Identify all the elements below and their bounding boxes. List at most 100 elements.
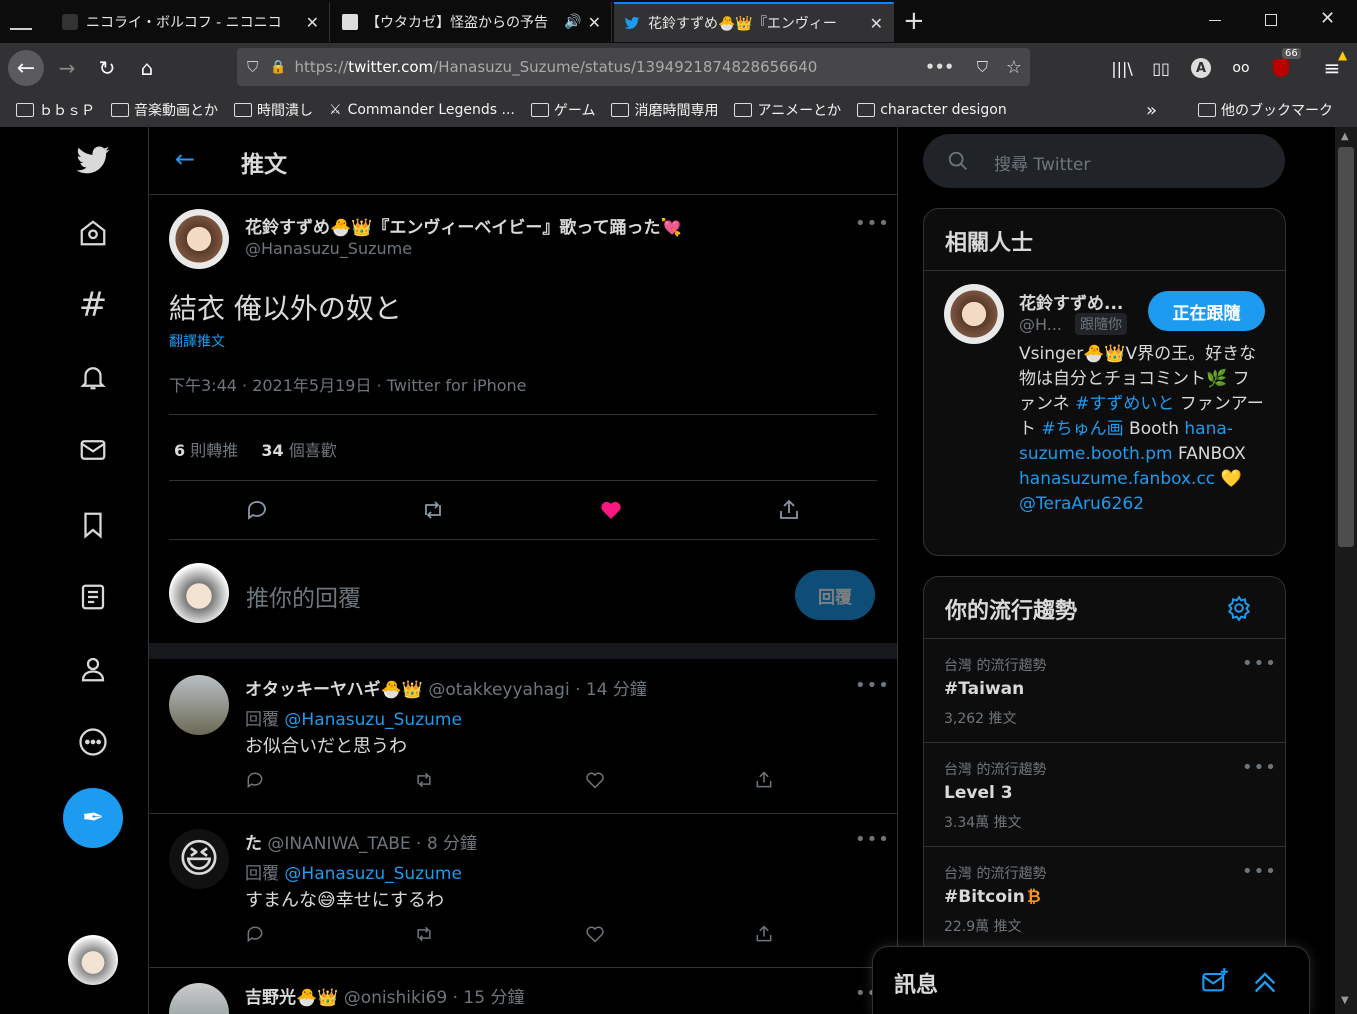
home-button[interactable]: ⌂ xyxy=(131,52,163,84)
close-window-button[interactable]: ✕ xyxy=(1320,8,1335,29)
scroll-thumb[interactable] xyxy=(1338,147,1354,547)
reply-button[interactable]: 回覆 xyxy=(795,570,875,620)
reply-tweet[interactable]: 吉野光🐣👑 @onishiki69 · 15 分鐘 ••• xyxy=(149,967,897,1014)
bookmark-folder[interactable]: 時間潰し xyxy=(234,100,313,120)
lists-icon[interactable] xyxy=(63,567,123,627)
shield-icon[interactable]: ⛉ xyxy=(247,58,258,76)
retweet-icon[interactable] xyxy=(414,770,434,790)
lock-icon[interactable]: 🔒 xyxy=(270,60,286,75)
replier-avatar[interactable] xyxy=(169,983,229,1014)
messages-mail-icon[interactable] xyxy=(63,420,123,480)
pocket-icon[interactable]: ⛉ xyxy=(977,58,988,76)
reply-input[interactable]: 推你的回覆 xyxy=(246,579,776,613)
related-handle[interactable]: @H... xyxy=(1019,315,1062,334)
likes-count[interactable]: 34 xyxy=(261,441,283,460)
bio-link[interactable]: hanasuzume.fanbox.cc xyxy=(1019,469,1215,489)
minimize-button[interactable] xyxy=(1209,20,1221,21)
explore-hashtag-icon[interactable]: # xyxy=(63,275,123,335)
more-options-icon[interactable]: ••• xyxy=(855,829,890,850)
compose-tweet-button[interactable]: ✒ xyxy=(63,788,123,848)
more-options-icon[interactable]: ••• xyxy=(855,213,890,234)
messages-drawer[interactable]: 訊息 xyxy=(872,946,1310,1014)
tab-niconico[interactable]: ニコライ・ボルコフ - ニコニコ ✕ xyxy=(52,2,330,42)
bookmark-star-icon[interactable]: ☆ xyxy=(1006,57,1022,78)
reload-button[interactable]: ↻ xyxy=(91,52,123,84)
tweet-timestamp[interactable]: 下午3:44 · 2021年5月19日 · Twitter for iPhone xyxy=(169,372,527,396)
bookmarks-overflow-icon[interactable]: » xyxy=(1146,100,1157,121)
bookmark-folder[interactable]: 音楽動画とか xyxy=(111,100,218,120)
bookmark-folder[interactable]: 消磨時間専用 xyxy=(611,100,718,120)
share-icon[interactable] xyxy=(754,924,774,944)
scroll-down-arrow-icon[interactable]: ▼ xyxy=(1341,995,1349,1006)
home-icon[interactable] xyxy=(63,203,123,263)
settings-gear-icon[interactable] xyxy=(1226,595,1252,621)
related-avatar[interactable] xyxy=(944,284,1004,344)
reply-tweet[interactable]: 😆 た @INANIWA_TABE · 8 分鐘 ••• 回覆 @Hanasuz… xyxy=(149,813,897,967)
bookmarks-icon[interactable] xyxy=(63,495,123,555)
reply-icon[interactable] xyxy=(245,924,265,944)
like-heart-icon[interactable] xyxy=(585,770,605,790)
other-bookmarks[interactable]: 他のブックマーク xyxy=(1198,100,1333,120)
retweets-count[interactable]: 6 xyxy=(174,441,185,460)
reader-icon[interactable]: oo xyxy=(1225,52,1257,84)
speaker-icon[interactable]: 🔊 xyxy=(564,14,581,30)
new-message-icon[interactable] xyxy=(1201,967,1229,995)
more-options-icon[interactable]: ••• xyxy=(1242,757,1277,778)
replier-name[interactable]: 吉野光🐣👑 xyxy=(245,988,338,1008)
search-box[interactable]: 搜尋 Twitter xyxy=(923,134,1285,188)
close-tab-icon[interactable]: ✕ xyxy=(306,13,319,32)
replier-meta[interactable]: @otakkeyyahagi · 14 分鐘 xyxy=(428,680,647,700)
tab-twitter[interactable]: 花鈴すずめ🐣👑『エンヴィー ✕ xyxy=(614,2,894,42)
retweet-icon[interactable] xyxy=(421,498,445,522)
new-tab-button[interactable]: + xyxy=(903,6,925,36)
more-icon[interactable] xyxy=(63,712,123,772)
account-avatar[interactable] xyxy=(68,935,118,985)
bio-hashtag[interactable]: #ちゅん画 xyxy=(1041,419,1123,439)
maximize-button[interactable] xyxy=(1265,14,1277,26)
replying-to-handle[interactable]: @Hanasuzu_Suzume xyxy=(284,710,462,730)
sidebar-icon[interactable]: ▯▯ xyxy=(1145,52,1177,84)
more-options-icon[interactable]: ••• xyxy=(855,675,890,696)
retweet-icon[interactable] xyxy=(414,924,434,944)
following-button[interactable]: 正在跟隨 xyxy=(1148,291,1265,331)
back-button[interactable]: ← xyxy=(8,50,44,86)
twitter-logo-icon[interactable] xyxy=(63,130,123,190)
author-avatar[interactable] xyxy=(169,209,229,269)
replier-avatar[interactable]: 😆 xyxy=(169,829,229,889)
like-heart-icon[interactable] xyxy=(599,498,623,522)
like-heart-icon[interactable] xyxy=(585,924,605,944)
author-handle[interactable]: @Hanasuzu_Suzume xyxy=(245,239,412,258)
reply-icon[interactable] xyxy=(245,770,265,790)
bookmark-folder[interactable]: ゲーム xyxy=(530,100,595,120)
bio-hashtag[interactable]: #すずめいと xyxy=(1075,394,1174,414)
replier-meta[interactable]: @onishiki69 · 15 分鐘 xyxy=(344,988,525,1008)
replier-avatar[interactable] xyxy=(169,675,229,735)
more-options-icon[interactable]: ••• xyxy=(1242,861,1277,882)
bookmark-folder[interactable]: ｂｂｓＰ xyxy=(16,100,95,120)
forward-button[interactable]: → xyxy=(51,52,83,84)
library-icon[interactable]: |||\ xyxy=(1106,52,1138,84)
reply-tweet[interactable]: オタッキーヤハギ🐣👑 @otakkeyyahagi · 14 分鐘 ••• 回覆… xyxy=(149,659,897,813)
replier-name[interactable]: た xyxy=(245,834,262,854)
profile-icon[interactable] xyxy=(63,639,123,699)
page-scrollbar[interactable]: ▲ ▼ xyxy=(1335,127,1357,1014)
tab-utakaze[interactable]: 【ウタカゼ】怪盗からの予告 🔊 ✕ xyxy=(332,2,612,42)
chevron-up-icon[interactable] xyxy=(1251,967,1279,995)
account-icon[interactable]: A xyxy=(1185,52,1217,84)
trend-item[interactable]: 台灣 的流行趨勢 ••• #Taiwan 3,262 推文 xyxy=(924,638,1285,742)
share-icon[interactable] xyxy=(777,498,801,522)
back-arrow-icon[interactable]: ← xyxy=(175,145,195,173)
replying-to-handle[interactable]: @Hanasuzu_Suzume xyxy=(284,864,462,884)
url-bar[interactable]: ⛉ 🔒 https://twitter.com/Hanasuzu_Suzume/… xyxy=(237,48,1030,86)
bio-mention[interactable]: @TeraAru6262 xyxy=(1019,494,1144,514)
replier-name[interactable]: オタッキーヤハギ🐣👑 xyxy=(245,680,423,700)
bookmark-folder[interactable]: アニメーとか xyxy=(734,100,841,120)
more-options-icon[interactable]: ••• xyxy=(1242,653,1277,674)
translate-tweet-link[interactable]: 翻譯推文 xyxy=(169,331,225,351)
trend-item[interactable]: 台灣 的流行趨勢 ••• Level 3 3.34萬 推文 xyxy=(924,742,1285,846)
related-name[interactable]: 花鈴すずめ... xyxy=(1019,289,1123,314)
page-actions-icon[interactable]: ••• xyxy=(925,58,954,76)
replier-meta[interactable]: @INANIWA_TABE · 8 分鐘 xyxy=(267,834,477,854)
bookmark-link[interactable]: ⚔ Commander Legends ... xyxy=(329,102,515,118)
close-tab-icon[interactable]: ✕ xyxy=(588,13,601,32)
